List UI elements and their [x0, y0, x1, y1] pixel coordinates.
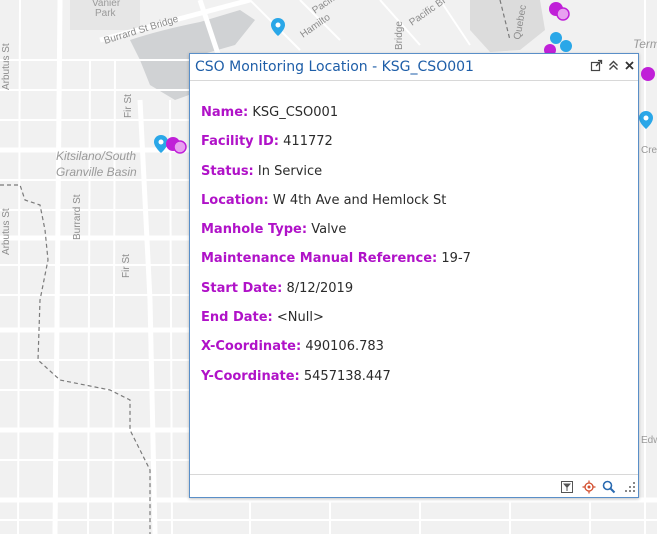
street-label: Arbutus St [1, 43, 12, 90]
area-label-creat: Creat [641, 145, 657, 156]
field-row: Start Date: 8/12/2019 [201, 280, 628, 309]
attribute-list: Name: KSG_CSO001 Facility ID: 411772 Sta… [201, 104, 628, 397]
field-value: W 4th Ave and Hemlock St [272, 192, 447, 208]
filter-select-icon[interactable] [560, 479, 574, 493]
pop-out-icon[interactable] [590, 59, 603, 72]
popup-footer [190, 474, 638, 497]
field-row: Maintenance Manual Reference: 19-7 [201, 250, 628, 279]
field-row: Facility ID: 411772 [201, 133, 628, 162]
area-label: Kitsilano/South [56, 149, 136, 163]
field-label: Manhole Type: [201, 222, 308, 238]
popup-header: CSO Monitoring Location - KSG_CSO001 [190, 54, 638, 81]
field-value: 19-7 [441, 251, 471, 267]
field-label: Start Date: [201, 280, 283, 296]
street-label: Bridge [394, 21, 405, 50]
field-row: Name: KSG_CSO001 [201, 104, 628, 133]
area-label-2: Granville Basin [56, 165, 137, 179]
field-value: In Service [257, 163, 323, 179]
field-value: Valve [311, 222, 347, 238]
field-row: X-Coordinate: 490106.783 [201, 338, 628, 367]
street-label: Fir St [123, 94, 134, 118]
area-label-term: Term [633, 37, 657, 51]
zoom-to-icon[interactable] [602, 479, 616, 494]
field-label: Status: [201, 163, 254, 179]
field-row: Y-Coordinate: 5457138.447 [201, 368, 628, 397]
close-icon[interactable] [623, 59, 636, 72]
field-label: End Date: [201, 310, 273, 326]
street-label: Arbutus St [1, 208, 12, 255]
resize-grip-icon[interactable] [623, 479, 637, 493]
flash-icon[interactable] [582, 479, 596, 494]
field-value: KSG_CSO001 [252, 105, 339, 120]
field-label: Location: [201, 192, 269, 208]
area-label-edw: Edw [641, 435, 657, 446]
street-label: Fir St [121, 254, 132, 278]
field-row: Location: W 4th Ave and Hemlock St [201, 192, 628, 221]
field-label: Maintenance Manual Reference: [201, 251, 438, 267]
field-row: Manhole Type: Valve [201, 221, 628, 250]
field-value: 5457138.447 [303, 368, 391, 384]
field-value: 411772 [283, 134, 333, 150]
field-row: End Date: <Null> [201, 309, 628, 338]
field-label: X-Coordinate: [201, 339, 302, 355]
field-label: Y-Coordinate: [201, 368, 300, 384]
street-label: Burrard St [72, 194, 83, 240]
field-label: Name: [201, 105, 249, 120]
map-pin-magenta[interactable] [641, 67, 655, 81]
field-value: 8/12/2019 [286, 280, 354, 296]
popup-scrollbar[interactable] [629, 81, 638, 475]
collapse-icon[interactable] [607, 59, 620, 72]
field-value: <Null> [276, 310, 324, 326]
park-label-2: Park [95, 8, 117, 19]
field-row: Status: In Service [201, 163, 628, 192]
field-value: 490106.783 [305, 339, 384, 355]
field-label: Facility ID: [201, 134, 280, 150]
identify-popup[interactable]: CSO Monitoring Location - KSG_CSO001 Nam… [189, 53, 639, 498]
popup-title: CSO Monitoring Location - KSG_CSO001 [195, 59, 474, 75]
